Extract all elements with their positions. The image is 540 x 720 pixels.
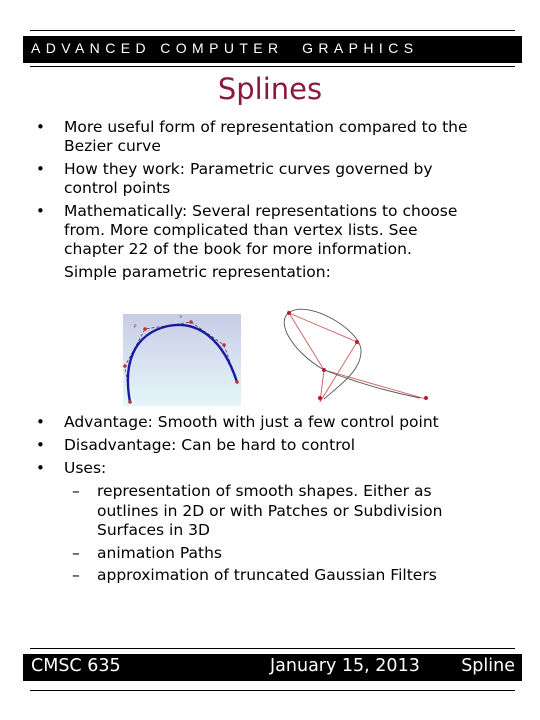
bullet-glyph: • (36, 202, 45, 220)
bullet-item: • Mathematically: Several representations… (0, 202, 540, 259)
footer-course: CMSC 635 (31, 656, 121, 676)
sub-bullet-text: approximation of truncated Gaussian Filt… (97, 566, 437, 584)
header-bottom-rule (30, 66, 515, 67)
continuation-text: Simple parametric representation: (64, 263, 331, 281)
control-polygon (288, 312, 427, 402)
footer-bar: CMSC 635 January 15, 2013 Spline (23, 654, 522, 681)
bullet-item: • How they work: Parametric curves govern… (0, 160, 540, 198)
point-label: > (179, 314, 182, 319)
bullet-text: More useful form of representation compa… (64, 118, 468, 155)
header-bar: ADVANCED COMPUTER GRAPHICS (23, 36, 522, 63)
control-point (424, 396, 428, 400)
control-point (355, 340, 359, 344)
control-point (222, 343, 226, 347)
course-title: ADVANCED COMPUTER GRAPHICS (31, 40, 419, 56)
control-point (123, 364, 127, 368)
header-top-rule (30, 30, 515, 31)
control-point (143, 327, 147, 331)
bullet-glyph: • (36, 436, 45, 454)
sub-bullet-item: – representation of smooth shapes. Either… (0, 482, 540, 541)
bullet-item: • Uses: (0, 459, 540, 478)
dash-glyph: – (72, 566, 80, 584)
bullet-glyph: • (36, 160, 45, 178)
control-point (318, 396, 322, 400)
bullet-text: How they work: Parametric curves governe… (64, 160, 433, 197)
footer-date: January 15, 2013 (270, 656, 420, 676)
dash-glyph: – (72, 543, 80, 562)
sub-bullet-item: – approximation of truncated Gaussian Fil… (0, 566, 540, 586)
bullet-glyph: • (36, 459, 45, 477)
dash-glyph: – (72, 482, 80, 500)
bullet-text: Advantage: Smooth with just a few contro… (64, 413, 439, 431)
b-spline-curve-figure: P > (123, 314, 241, 406)
bullet-item: • Advantage: Smooth with just a few contr… (0, 413, 540, 432)
closed-spline-figure (283, 308, 428, 402)
bullet-text: Disadvantage: Can be hard to control (64, 436, 356, 454)
bullet-glyph: • (36, 118, 45, 136)
bullet-text: Uses: (64, 459, 107, 477)
spline-curve (283, 308, 421, 400)
control-point (322, 368, 326, 372)
figure-background (123, 314, 241, 406)
footer-bottom-rule (30, 690, 515, 691)
control-point (235, 380, 239, 384)
bullet-item: • Disadvantage: Can be hard to control (0, 436, 540, 455)
control-point (128, 400, 132, 404)
control-point (287, 311, 291, 315)
bullet-item: • More useful form of representation comp… (0, 118, 540, 156)
bullet-list-bottom: • Advantage: Smooth with just a few contr… (0, 413, 540, 589)
slide-title: Splines (217, 72, 323, 106)
sub-bullet-text: animation Paths (97, 543, 222, 562)
continuation-text-item: Simple parametric representation: (0, 263, 540, 282)
bullet-list-top: • More useful form of representation comp… (0, 118, 540, 286)
footer-topic: Spline (461, 656, 515, 676)
footer-top-rule (30, 648, 515, 649)
control-edge (288, 312, 325, 371)
sub-bullet-text: representation of smooth shapes. Either … (97, 482, 443, 539)
bullet-glyph: • (36, 413, 45, 431)
control-point (189, 320, 193, 324)
bullet-text: Mathematically: Several representations … (64, 202, 458, 258)
sub-bullet-item: – animation Paths (0, 544, 540, 564)
